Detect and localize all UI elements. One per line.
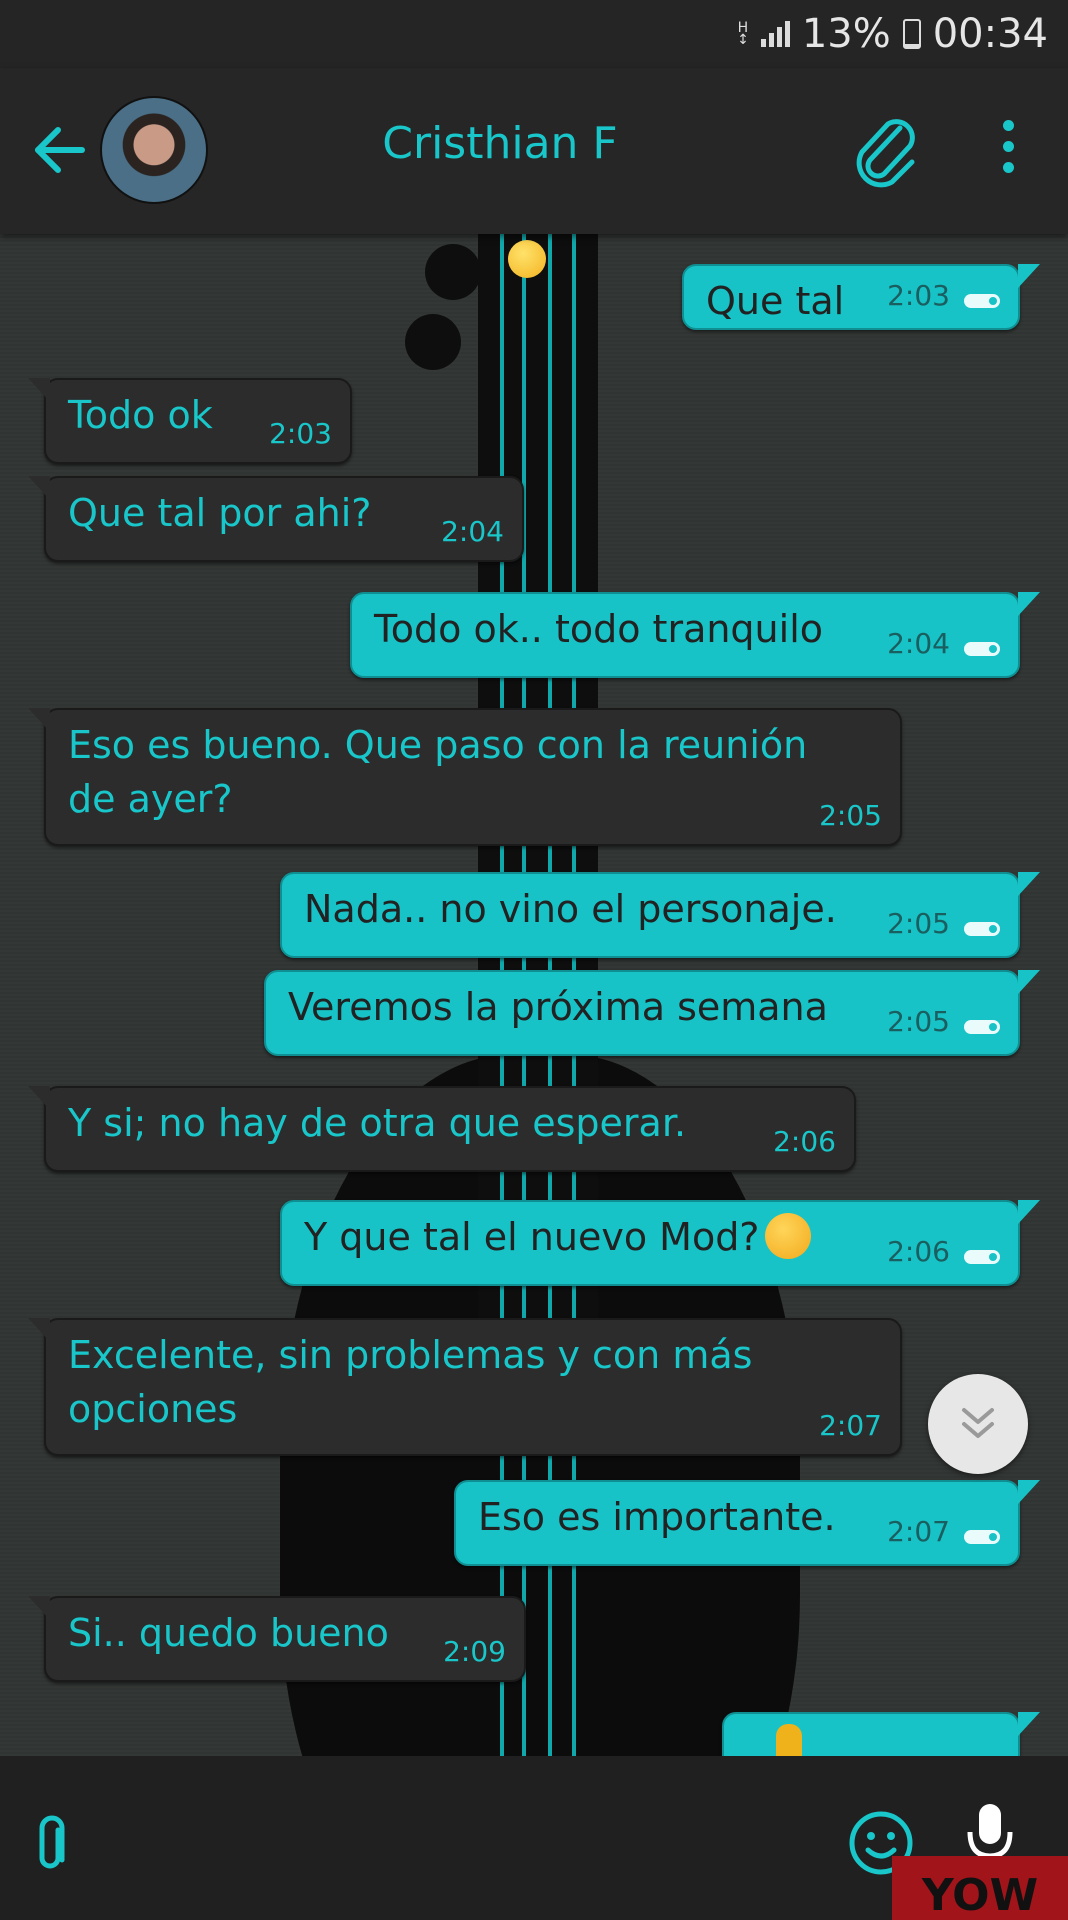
message-text: Que tal	[706, 279, 845, 323]
message-outgoing[interactable]: Y que tal el nuevo Mod? 2:06	[280, 1200, 1040, 1286]
message-time: 2:06	[773, 1125, 836, 1158]
wallpaper-tuning-peg	[405, 314, 461, 370]
message-outgoing[interactable]: Que tal 2:03	[682, 264, 1040, 330]
back-arrow-icon	[35, 127, 85, 173]
contact-name[interactable]: Cristhian F	[250, 118, 750, 169]
more-vert-icon	[995, 120, 1021, 173]
network-type-indicator: H ↕	[737, 20, 749, 48]
attach-file-button[interactable]	[28, 1814, 76, 1874]
more-options-button[interactable]	[995, 120, 1021, 180]
message-time: 2:06	[887, 1235, 950, 1268]
message-incoming[interactable]: Si.. quedo bueno 2:09	[28, 1596, 526, 1682]
message-text: Nada.. no vino el personaje.	[304, 887, 837, 931]
attach-button[interactable]	[842, 108, 926, 192]
message-time: 2:04	[887, 627, 950, 660]
contact-avatar[interactable]	[100, 96, 208, 204]
message-time: 2:03	[269, 417, 332, 450]
message-time: 2:04	[441, 515, 504, 548]
message-incoming[interactable]: Eso es bueno. Que paso con la reunión de…	[28, 708, 902, 846]
message-outgoing[interactable]: Eso es importante. 2:07	[454, 1480, 1040, 1566]
read-receipt-icon	[964, 922, 1000, 936]
message-outgoing[interactable]: Nada.. no vino el personaje. 2:05	[280, 872, 1040, 958]
message-text: Todo ok.. todo tranquilo	[374, 607, 824, 651]
message-incoming[interactable]: Todo ok 2:03	[28, 378, 352, 464]
message-text: Y si; no hay de otra que esperar.	[68, 1101, 687, 1145]
message-text: Excelente, sin problemas y con más	[68, 1333, 753, 1377]
message-outgoing-partial[interactable]	[722, 1712, 1040, 1756]
message-time: 2:09	[443, 1635, 506, 1668]
read-receipt-icon	[964, 1020, 1000, 1034]
read-receipt-icon	[964, 1530, 1000, 1544]
paperclip-icon	[39, 1815, 65, 1869]
message-list[interactable]: Que tal 2:03 Todo ok 2:03 Que tal por ah…	[0, 234, 1068, 1756]
message-outgoing[interactable]: Veremos la próxima semana 2:05	[264, 970, 1040, 1056]
message-outgoing[interactable]: Todo ok.. todo tranquilo 2:04	[350, 592, 1040, 678]
chat-screen: H ↕ 13% 00:34 Cristhian F Que tal 2:03 T…	[0, 0, 1068, 1920]
message-incoming[interactable]: Que tal por ahi? 2:04	[28, 476, 524, 562]
network-type-label: H	[737, 20, 749, 36]
message-text: Veremos la próxima semana	[288, 985, 828, 1029]
thumbs-up-emoji-icon	[776, 1724, 802, 1756]
message-text: Que tal por ahi?	[68, 491, 372, 535]
message-time: 2:03	[887, 279, 950, 312]
message-time: 2:07	[887, 1515, 950, 1548]
message-text: Y que tal el nuevo Mod?	[304, 1215, 760, 1259]
message-text: Eso es bueno. Que paso con la reunión	[68, 723, 808, 767]
message-text-line2: opciones	[68, 1387, 238, 1431]
battery-level-fill	[904, 43, 919, 47]
grinning-emoji-icon	[508, 240, 546, 278]
signal-icon	[760, 21, 790, 47]
read-receipt-icon	[964, 642, 1000, 656]
wallpaper-tuning-peg	[425, 244, 481, 300]
message-incoming[interactable]: Y si; no hay de otra que esperar. 2:06	[28, 1086, 856, 1172]
message-text: Eso es importante.	[478, 1495, 836, 1539]
chat-header: Cristhian F	[0, 68, 1068, 234]
watermark-badge: YOW	[892, 1856, 1068, 1920]
message-time: 2:05	[887, 907, 950, 940]
message-incoming[interactable]: Excelente, sin problemas y con más opcio…	[28, 1318, 902, 1456]
message-text-line2: de ayer?	[68, 777, 233, 821]
battery-icon	[902, 19, 921, 49]
message-time: 2:05	[819, 799, 882, 832]
paperclip-icon	[856, 119, 915, 188]
thinking-face-emoji-icon	[765, 1212, 812, 1259]
clock: 00:34	[932, 11, 1048, 57]
battery-percent: 13%	[801, 11, 891, 57]
message-text: Todo ok	[68, 393, 213, 437]
read-receipt-icon	[964, 294, 1000, 308]
status-bar: H ↕ 13% 00:34	[0, 0, 1068, 68]
message-time: 2:07	[819, 1409, 882, 1442]
scroll-to-bottom-button[interactable]	[928, 1374, 1028, 1474]
read-receipt-icon	[964, 1250, 1000, 1264]
message-time: 2:05	[887, 1005, 950, 1038]
message-text: Si.. quedo bueno	[68, 1611, 389, 1655]
back-button[interactable]	[30, 120, 90, 180]
chevron-double-down-icon	[962, 1408, 994, 1438]
